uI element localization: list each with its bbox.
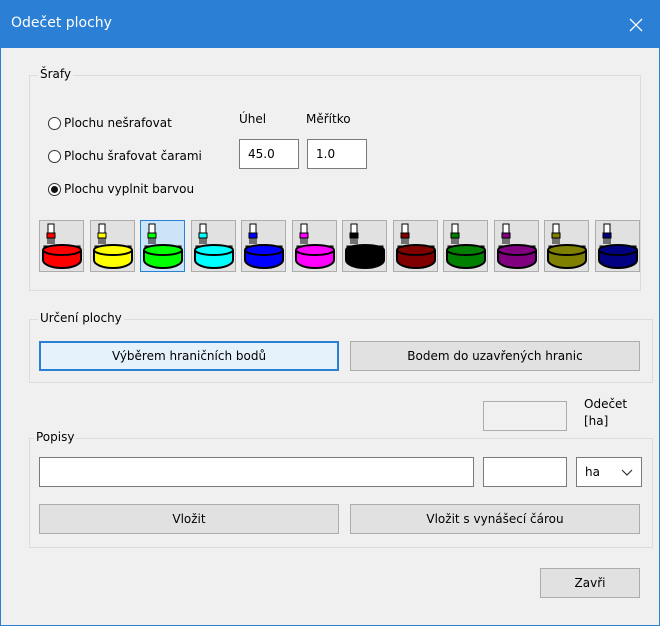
color-swatch-black[interactable] xyxy=(342,220,387,272)
radio-fill-color-dot[interactable] xyxy=(48,182,61,196)
paint-bucket-icon xyxy=(395,223,436,269)
paint-bucket-icon xyxy=(446,223,486,269)
close-icon xyxy=(629,18,643,31)
insert-with-leader-button[interactable]: Vložit s vynášecí čárou xyxy=(350,504,640,534)
color-swatch-cyan[interactable] xyxy=(190,220,236,272)
insert-button[interactable]: Vložit xyxy=(39,504,339,534)
angle-input[interactable]: 45.0 xyxy=(239,139,299,169)
radio-no-hatch-label: Plochu nešrafovat xyxy=(64,116,172,130)
paint-bucket-icon xyxy=(294,223,335,269)
boundary-points-button[interactable]: Výběrem hraničních bodů xyxy=(39,341,339,371)
angle-label: Úhel xyxy=(239,112,267,126)
result-label-line1: Odečet xyxy=(584,397,628,411)
result-label-line2: [ha] xyxy=(584,414,609,428)
result-label: Odečet [ha] xyxy=(584,396,627,430)
paint-bucket-icon xyxy=(496,223,537,269)
label-number-input[interactable] xyxy=(483,457,567,487)
paint-bucket-icon xyxy=(547,223,587,269)
scale-input[interactable]: 1.0 xyxy=(307,139,367,169)
area-group-label: Určení plochy xyxy=(38,311,124,325)
dialog-window: Odečet plochy Šrafy Plochu nešrafovat Pl… xyxy=(0,0,660,626)
paint-bucket-icon xyxy=(42,223,82,269)
color-swatch-purple[interactable] xyxy=(493,220,539,272)
labels-group-label: Popisy xyxy=(34,430,77,444)
unit-select[interactable]: ha xyxy=(576,457,642,487)
unit-select-value: ha xyxy=(585,465,600,479)
paint-bucket-icon xyxy=(193,223,234,269)
color-swatch-dark-red[interactable] xyxy=(392,220,438,272)
close-button[interactable]: Zavři xyxy=(540,568,640,598)
radio-hatch-lines-label: Plochu šrafovat čarami xyxy=(64,149,202,163)
radio-no-hatch[interactable]: Plochu nešrafovat xyxy=(48,116,172,130)
color-swatch-green[interactable] xyxy=(140,220,185,272)
radio-fill-color[interactable]: Plochu vyplnit barvou xyxy=(48,182,194,196)
color-swatch-navy[interactable] xyxy=(594,220,640,272)
close-window-button[interactable] xyxy=(613,1,659,48)
chevron-down-icon xyxy=(621,469,633,476)
radio-hatch-lines[interactable]: Plochu šrafovat čarami xyxy=(48,149,202,163)
color-swatch-magenta[interactable] xyxy=(291,220,337,272)
radio-hatch-lines-dot[interactable] xyxy=(48,149,61,163)
window-title: Odečet plochy xyxy=(11,15,112,31)
paint-bucket-icon xyxy=(244,223,284,269)
color-swatch-dark-green[interactable] xyxy=(443,220,488,272)
radio-no-hatch-dot[interactable] xyxy=(48,116,61,130)
color-swatch-yellow[interactable] xyxy=(89,220,135,272)
paint-bucket-icon xyxy=(597,223,638,269)
paint-bucket-icon xyxy=(92,223,133,269)
hatch-group-label: Šrafy xyxy=(38,67,74,81)
radio-fill-color-label: Plochu vyplnit barvou xyxy=(64,182,195,196)
scale-label: Měřítko xyxy=(306,112,351,126)
result-value-field xyxy=(483,401,567,431)
paint-bucket-icon xyxy=(143,223,183,269)
title-bar[interactable]: Odečet plochy xyxy=(1,1,659,48)
point-inside-button[interactable]: Bodem do uzavřených hranic xyxy=(350,341,640,371)
color-swatch-olive[interactable] xyxy=(544,220,589,272)
color-swatch-red[interactable] xyxy=(39,220,84,272)
color-swatch-blue[interactable] xyxy=(241,220,286,272)
label-text-input[interactable] xyxy=(39,457,474,487)
paint-bucket-icon xyxy=(345,223,385,269)
